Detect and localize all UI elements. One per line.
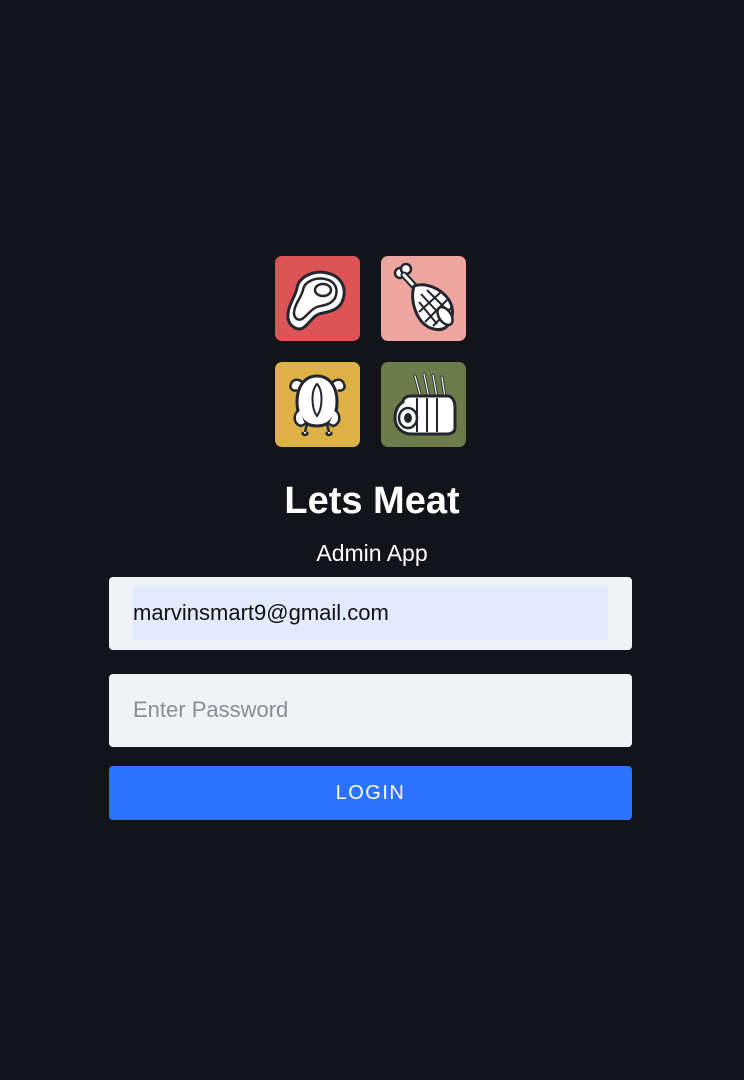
app-logo [275,256,466,447]
password-field-container [109,674,632,747]
steak-tile [275,256,360,341]
password-field[interactable] [133,683,608,737]
app-title: Lets Meat [284,480,460,522]
login-button[interactable]: LOGIN [109,766,632,820]
chicken-tile [275,362,360,447]
lamb-rack-icon [381,362,466,447]
app-subtitle: Admin App [316,540,428,566]
ham-tile [381,256,466,341]
email-field[interactable] [133,586,608,640]
email-field-container [109,577,632,650]
steak-icon [275,256,360,341]
lamb-rack-tile [381,362,466,447]
ham-leg-icon [381,256,466,341]
roast-chicken-icon [275,362,360,447]
